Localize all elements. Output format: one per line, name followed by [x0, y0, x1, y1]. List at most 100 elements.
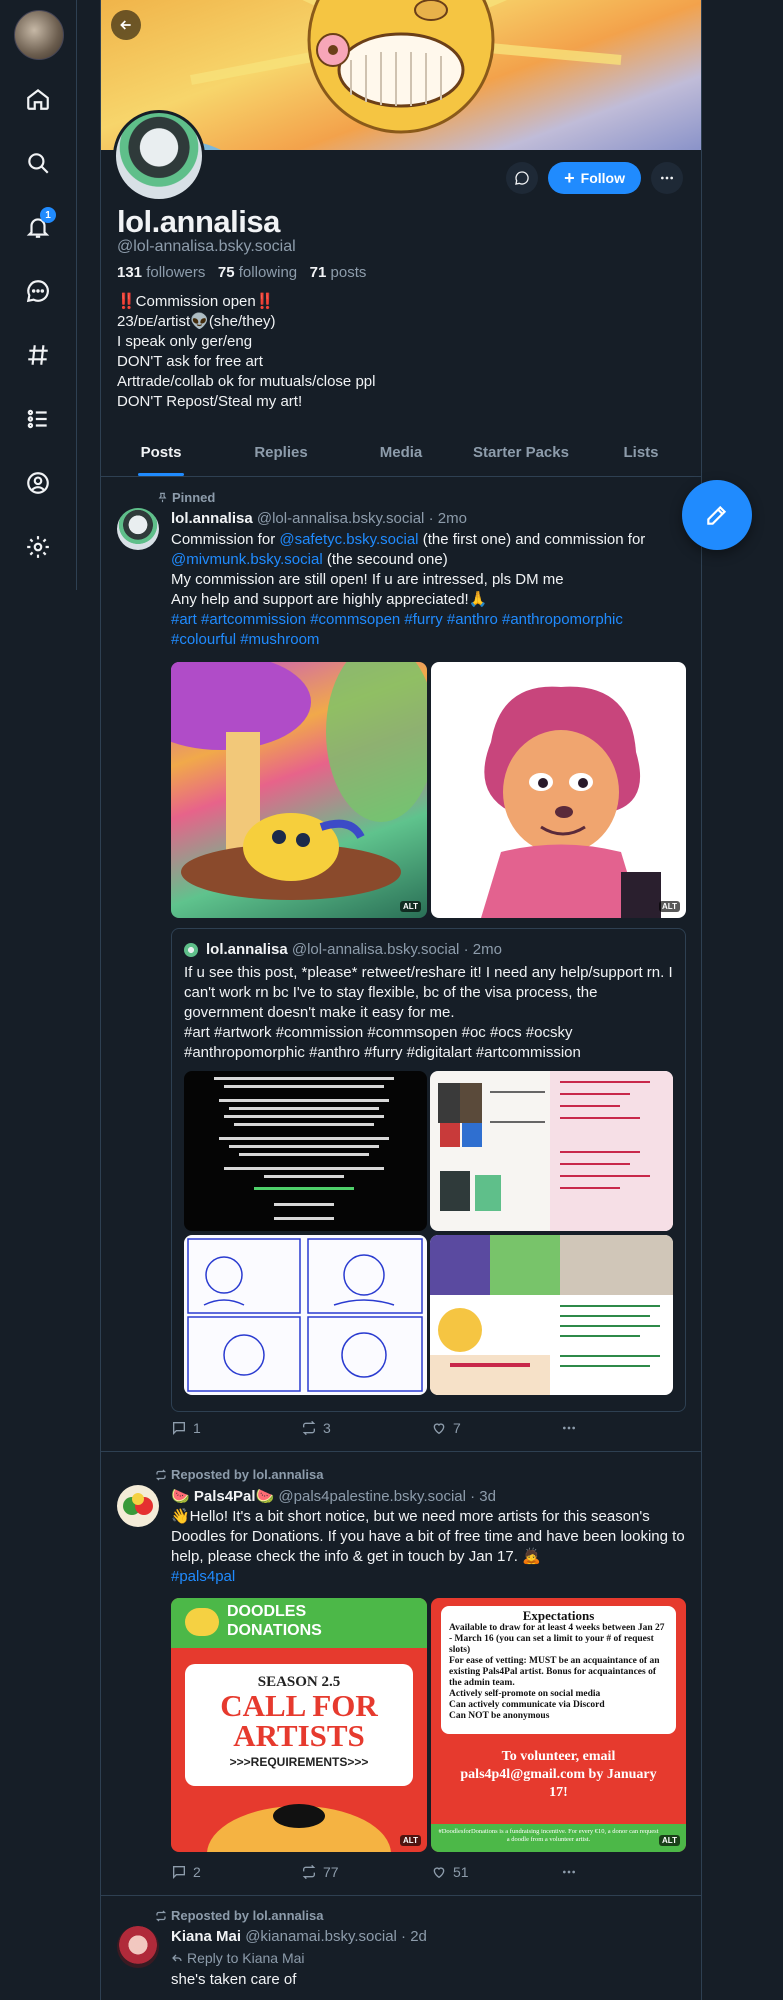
- chat-icon[interactable]: [20, 273, 56, 309]
- character-art: [481, 686, 661, 918]
- reply-icon: [173, 1866, 185, 1879]
- post-header: lol.annalisa @lol-annalisa.bsky.social ·…: [171, 510, 467, 527]
- post-repost[interactable]: Reposted by lol.annalisa Kiana Mai @kian…: [101, 1896, 701, 2000]
- tab-lists[interactable]: Lists: [581, 434, 701, 476]
- heart-icon: [433, 1867, 445, 1879]
- reply-button[interactable]: 1: [171, 1420, 301, 1436]
- pals4pal-logo: [185, 1608, 219, 1636]
- message-button[interactable]: [506, 162, 539, 194]
- post-text: 👋Hello! It's a bit short notice, but we …: [171, 1508, 685, 1585]
- mention-link[interactable]: @mivmunk.bsky.social: [171, 551, 323, 568]
- more-options-button[interactable]: [561, 1420, 577, 1436]
- profile-tabs: Posts Replies Media Starter Packs Lists: [101, 434, 701, 477]
- more-options-button[interactable]: [651, 162, 683, 194]
- author-name[interactable]: Kiana Mai: [171, 1928, 241, 1945]
- profile-icon[interactable]: [20, 465, 56, 501]
- plus-icon: +: [564, 168, 575, 188]
- post-time[interactable]: · 3d: [470, 1488, 496, 1505]
- gear-icon[interactable]: [20, 529, 56, 565]
- quote-image[interactable]: [430, 1071, 673, 1231]
- like-button[interactable]: 7: [431, 1420, 561, 1436]
- followers-link[interactable]: 131 followers: [117, 264, 205, 281]
- author-handle[interactable]: @lol-annalisa.bsky.social: [257, 510, 425, 527]
- price-sheet-art: [438, 1071, 673, 1231]
- post-text: she's taken care of: [171, 1971, 297, 1988]
- post-image[interactable]: ALT: [431, 662, 686, 918]
- back-button[interactable]: [111, 10, 141, 40]
- post-image[interactable]: DOODLES DONATIONS SEASON 2.5 CALL FOR AR…: [171, 1598, 427, 1852]
- pinned-label: Pinned: [157, 490, 215, 505]
- reply-button[interactable]: 2: [171, 1864, 301, 1880]
- repost-icon: [302, 1864, 316, 1880]
- post-time[interactable]: · 2d: [401, 1928, 427, 1945]
- post-text: Commission for @safetyc.bsky.social (the…: [171, 531, 646, 648]
- like-button[interactable]: 51: [431, 1864, 561, 1880]
- ellipsis-icon: [661, 176, 673, 180]
- following-link[interactable]: 75 following: [218, 264, 297, 281]
- hashtags[interactable]: #art #artcommission #commsopen #furry #a…: [171, 611, 623, 648]
- tab-starter-packs[interactable]: Starter Packs: [461, 434, 581, 476]
- repost-icon: [155, 1910, 167, 1921]
- author-name[interactable]: 🍉 Pals4Pal🍉: [171, 1488, 274, 1505]
- doodles-brand: DOODLES DONATIONS: [227, 1603, 322, 1639]
- post-pinned[interactable]: Pinned lol.annalisa @lol-annalisa.bsky.s…: [101, 476, 701, 1451]
- quote-image[interactable]: [430, 1235, 673, 1395]
- tab-replies[interactable]: Replies: [221, 434, 341, 476]
- heart-icon: [433, 1423, 445, 1435]
- author-handle[interactable]: @kianamai.bsky.social: [245, 1928, 397, 1945]
- alt-badge[interactable]: ALT: [659, 901, 680, 912]
- more-options-button[interactable]: [561, 1864, 577, 1880]
- reply-icon: [173, 1422, 185, 1435]
- posts-count: 71 posts: [309, 264, 367, 281]
- quote-avatar: [184, 943, 198, 957]
- author-avatar[interactable]: [117, 1926, 159, 1968]
- tab-media[interactable]: Media: [341, 434, 461, 476]
- alt-badge[interactable]: ALT: [659, 1835, 680, 1846]
- profile-avatar[interactable]: [113, 110, 205, 202]
- bell-icon[interactable]: 1: [20, 207, 56, 245]
- home-icon[interactable]: [20, 81, 56, 117]
- quote-image[interactable]: [184, 1071, 427, 1231]
- author-avatar[interactable]: [117, 1485, 159, 1527]
- footer-note: #DoodlesforDonations is a fundraising in…: [431, 1824, 686, 1852]
- my-avatar[interactable]: [14, 10, 64, 60]
- search-icon[interactable]: [20, 145, 56, 181]
- author-name[interactable]: lol.annalisa: [171, 510, 253, 527]
- left-nav: 1: [0, 0, 77, 590]
- repost-button[interactable]: 3: [301, 1420, 431, 1436]
- watermelon-art: [207, 1804, 391, 1852]
- volunteer-cta: To volunteer, email pals4p4l@gmail.com b…: [460, 1749, 657, 1800]
- post-actions: 2 77 51: [171, 1864, 577, 1880]
- follow-button[interactable]: + Follow: [548, 162, 641, 194]
- reply-to-label[interactable]: Reply to Kiana Mai: [171, 1950, 305, 1966]
- notification-badge: 1: [40, 207, 56, 223]
- compose-button[interactable]: [682, 480, 752, 550]
- alt-badge[interactable]: ALT: [400, 1835, 421, 1846]
- post-image[interactable]: ALT: [171, 662, 427, 918]
- quote-header: lol.annalisa @lol-annalisa.bsky.social ·…: [206, 941, 502, 958]
- profile-handle: @lol-annalisa.bsky.social: [117, 238, 296, 255]
- tab-posts[interactable]: Posts: [101, 434, 221, 476]
- repost-icon: [302, 1420, 316, 1436]
- alt-badge[interactable]: ALT: [400, 901, 421, 912]
- mention-link[interactable]: @safetyc.bsky.social: [279, 531, 418, 548]
- hashtags[interactable]: #pals4pal: [171, 1568, 235, 1585]
- call-card: SEASON 2.5 CALL FOR ARTISTS >>>REQUIREME…: [185, 1664, 413, 1786]
- profile-column: + Follow lol.annalisa @lol-annalisa.bsky…: [100, 0, 702, 2000]
- post-actions: 1 3 7: [171, 1420, 577, 1436]
- profile-stats: 131 followers 75 following 71 posts: [117, 264, 366, 281]
- collage-art: [430, 1235, 673, 1395]
- follow-label: Follow: [580, 170, 625, 186]
- post-repost[interactable]: Reposted by lol.annalisa 🍉 Pals4Pal🍉 @pa…: [101, 1452, 701, 1895]
- post-time[interactable]: · 2mo: [429, 510, 467, 527]
- quote-text: If u see this post, *please* retweet/res…: [184, 964, 673, 1061]
- repost-button[interactable]: 77: [301, 1864, 431, 1880]
- quoted-post[interactable]: lol.annalisa @lol-annalisa.bsky.social ·…: [171, 928, 686, 1412]
- quote-image[interactable]: [184, 1235, 427, 1395]
- arrow-left-icon: [120, 20, 131, 30]
- list-icon[interactable]: [20, 401, 56, 437]
- author-handle[interactable]: @pals4palestine.bsky.social: [278, 1488, 466, 1505]
- author-avatar[interactable]: [117, 508, 159, 550]
- hashtag-icon[interactable]: [20, 337, 56, 373]
- post-image[interactable]: Expectations Available to draw for at le…: [431, 1598, 686, 1852]
